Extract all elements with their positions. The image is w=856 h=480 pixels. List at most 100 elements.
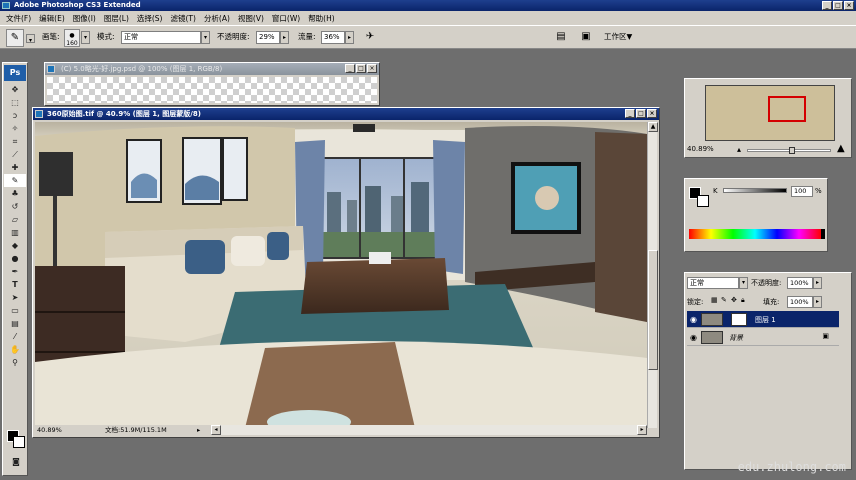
lock-image-icon[interactable]: ✎ [721, 296, 727, 304]
path-selection-tool-icon[interactable]: ➤ [4, 291, 26, 304]
history-brush-tool-icon[interactable]: ↺ [4, 200, 26, 213]
doc-back-minimize-button[interactable]: _ [345, 64, 355, 73]
spectrum-black-swatch[interactable] [821, 229, 825, 239]
scroll-up-arrow[interactable]: ▲ [648, 122, 658, 132]
pen-tool-icon[interactable]: ✒ [4, 265, 26, 278]
color-background-swatch[interactable] [697, 195, 709, 207]
marquee-tool-icon[interactable]: ⬚ [4, 96, 26, 109]
transparent-canvas[interactable] [47, 77, 377, 103]
status-menu-arrow[interactable]: ▸ [197, 425, 200, 435]
doc-back-maximize-button[interactable]: □ [356, 64, 366, 73]
menu-window[interactable]: 窗口(W) [268, 13, 304, 24]
menu-analysis[interactable]: 分析(A) [200, 13, 234, 24]
minimize-button[interactable]: _ [822, 1, 832, 10]
eraser-tool-icon[interactable]: ▱ [4, 213, 26, 226]
document-window-main[interactable]: 360原始图.tif @ 40.9% (图层 1, 图层蒙版/8) _ □ × [32, 107, 660, 438]
hand-tool-icon[interactable]: ✋ [4, 343, 26, 356]
flow-field[interactable]: 36% [321, 31, 345, 44]
layer-blend-mode-select[interactable]: 正常 [687, 277, 739, 289]
opacity-field[interactable]: 29% [256, 31, 280, 44]
flow-arrow[interactable]: ▸ [345, 31, 354, 44]
mode-dropdown-arrow[interactable]: ▾ [201, 31, 210, 44]
document-main-title-bar[interactable]: 360原始图.tif @ 40.9% (图层 1, 图层蒙版/8) _ □ × [33, 108, 659, 120]
image-canvas[interactable] [35, 122, 647, 428]
menu-view[interactable]: 视图(V) [234, 13, 268, 24]
doc-maximize-button[interactable]: □ [636, 109, 646, 118]
close-button[interactable]: × [844, 1, 854, 10]
doc-minimize-button[interactable]: _ [625, 109, 635, 118]
opacity-arrow[interactable]: ▸ [280, 31, 289, 44]
navigator-thumbnail[interactable] [705, 85, 835, 141]
layer-opacity-field[interactable]: 100% [787, 277, 813, 289]
layer-mask-thumbnail[interactable] [731, 313, 747, 326]
document-window-background[interactable]: (C) 5.0略光-好.jpg.psd @ 100% (图层 1, RGB/8)… [44, 62, 380, 106]
layer-row-background[interactable]: ◉ 背景 ▣ [687, 329, 839, 346]
gradient-tool-icon[interactable]: ▥ [4, 226, 26, 239]
blur-tool-icon[interactable]: ◆ [4, 239, 26, 252]
navigator-zoom-knob[interactable] [789, 147, 795, 154]
doc-close-button[interactable]: × [647, 109, 657, 118]
menu-edit[interactable]: 编辑(E) [35, 13, 69, 24]
shape-tool-icon[interactable]: ▭ [4, 304, 26, 317]
doc-back-close-button[interactable]: × [367, 64, 377, 73]
slice-tool-icon[interactable]: ⟋ [4, 148, 26, 161]
zoom-out-icon[interactable]: ▴ [737, 145, 741, 154]
quick-mask-icon[interactable]: ◙ [5, 455, 27, 468]
lock-transparency-icon[interactable]: ▦ [711, 296, 718, 304]
dodge-tool-icon[interactable]: ● [4, 252, 26, 265]
blend-mode-dropdown-arrow[interactable]: ▾ [739, 277, 748, 289]
document-zoom-level[interactable]: 40.89% [37, 425, 62, 435]
visibility-eye-icon[interactable]: ◉ [690, 333, 697, 342]
layer-lock-icon: ▣ [822, 332, 829, 340]
magic-wand-tool-icon[interactable]: ✧ [4, 122, 26, 135]
menu-help[interactable]: 帮助(H) [304, 13, 339, 24]
bridge-icon[interactable]: ▣ [578, 29, 594, 47]
lock-all-icon[interactable]: 🔒︎ [741, 296, 745, 305]
brush-size-picker[interactable]: ● 160 [64, 29, 80, 47]
preset-dropdown-arrow[interactable]: ▾ [26, 34, 35, 44]
color-spectrum-bar[interactable] [689, 229, 821, 239]
menu-file[interactable]: 文件(F) [2, 13, 35, 24]
ps-logo-icon[interactable]: Ps [4, 65, 26, 81]
brush-dropdown-arrow[interactable]: ▾ [81, 31, 90, 44]
zoom-in-icon[interactable]: ▲ [837, 143, 845, 154]
scroll-left-arrow[interactable]: ◂ [211, 425, 221, 435]
menu-filter[interactable]: 滤镜(T) [167, 13, 200, 24]
brush-tool-icon[interactable]: ✎ [4, 174, 26, 187]
mode-select[interactable]: 正常 [121, 31, 201, 44]
zoom-tool-icon[interactable]: ⚲ [4, 356, 26, 369]
navigator-zoom[interactable]: 40.89% [687, 145, 714, 153]
crop-tool-icon[interactable]: ⌗ [4, 135, 26, 148]
menu-select[interactable]: 选择(S) [133, 13, 167, 24]
layer-fill-field[interactable]: 100% [787, 296, 813, 308]
type-tool-icon[interactable]: T [4, 278, 26, 291]
brush-tool-preset-icon[interactable]: ✎ [6, 29, 24, 47]
palette-well-icon[interactable]: ▤ [553, 29, 569, 47]
navigator-view-box[interactable] [768, 96, 806, 122]
airbrush-icon[interactable]: ✈ [362, 29, 378, 47]
k-channel-slider[interactable] [723, 188, 787, 193]
k-channel-value[interactable]: 100 [791, 186, 813, 197]
eyedropper-tool-icon[interactable]: ⁄ [4, 330, 26, 343]
background-color-swatch[interactable] [13, 436, 25, 448]
horizontal-scrollbar[interactable]: ◂ ▸ [211, 425, 647, 435]
move-tool-icon[interactable]: ✥ [4, 83, 26, 96]
workspace-menu[interactable]: 工作区▼ [604, 30, 632, 44]
vertical-scroll-thumb[interactable] [648, 250, 658, 370]
layer-opacity-arrow[interactable]: ▸ [813, 277, 822, 289]
notes-tool-icon[interactable]: ▤ [4, 317, 26, 330]
maximize-button[interactable]: □ [833, 1, 843, 10]
clone-stamp-tool-icon[interactable]: ♣ [4, 187, 26, 200]
vertical-scrollbar[interactable]: ▲ [647, 122, 658, 428]
scroll-right-arrow[interactable]: ▸ [637, 425, 647, 435]
lasso-tool-icon[interactable]: ↄ [4, 109, 26, 122]
layer-fill-arrow[interactable]: ▸ [813, 296, 822, 308]
visibility-eye-icon[interactable]: ◉ [690, 315, 697, 324]
menu-layer[interactable]: 图层(L) [100, 13, 133, 24]
lock-position-icon[interactable]: ✥ [731, 296, 737, 304]
healing-brush-tool-icon[interactable]: ✚ [4, 161, 26, 174]
layer-name: 背景 [729, 334, 743, 342]
layer-row-layer1[interactable]: ◉ 图层 1 [687, 311, 839, 328]
menu-image[interactable]: 图像(I) [69, 13, 100, 24]
document-back-title-bar[interactable]: (C) 5.0略光-好.jpg.psd @ 100% (图层 1, RGB/8)… [45, 63, 379, 75]
